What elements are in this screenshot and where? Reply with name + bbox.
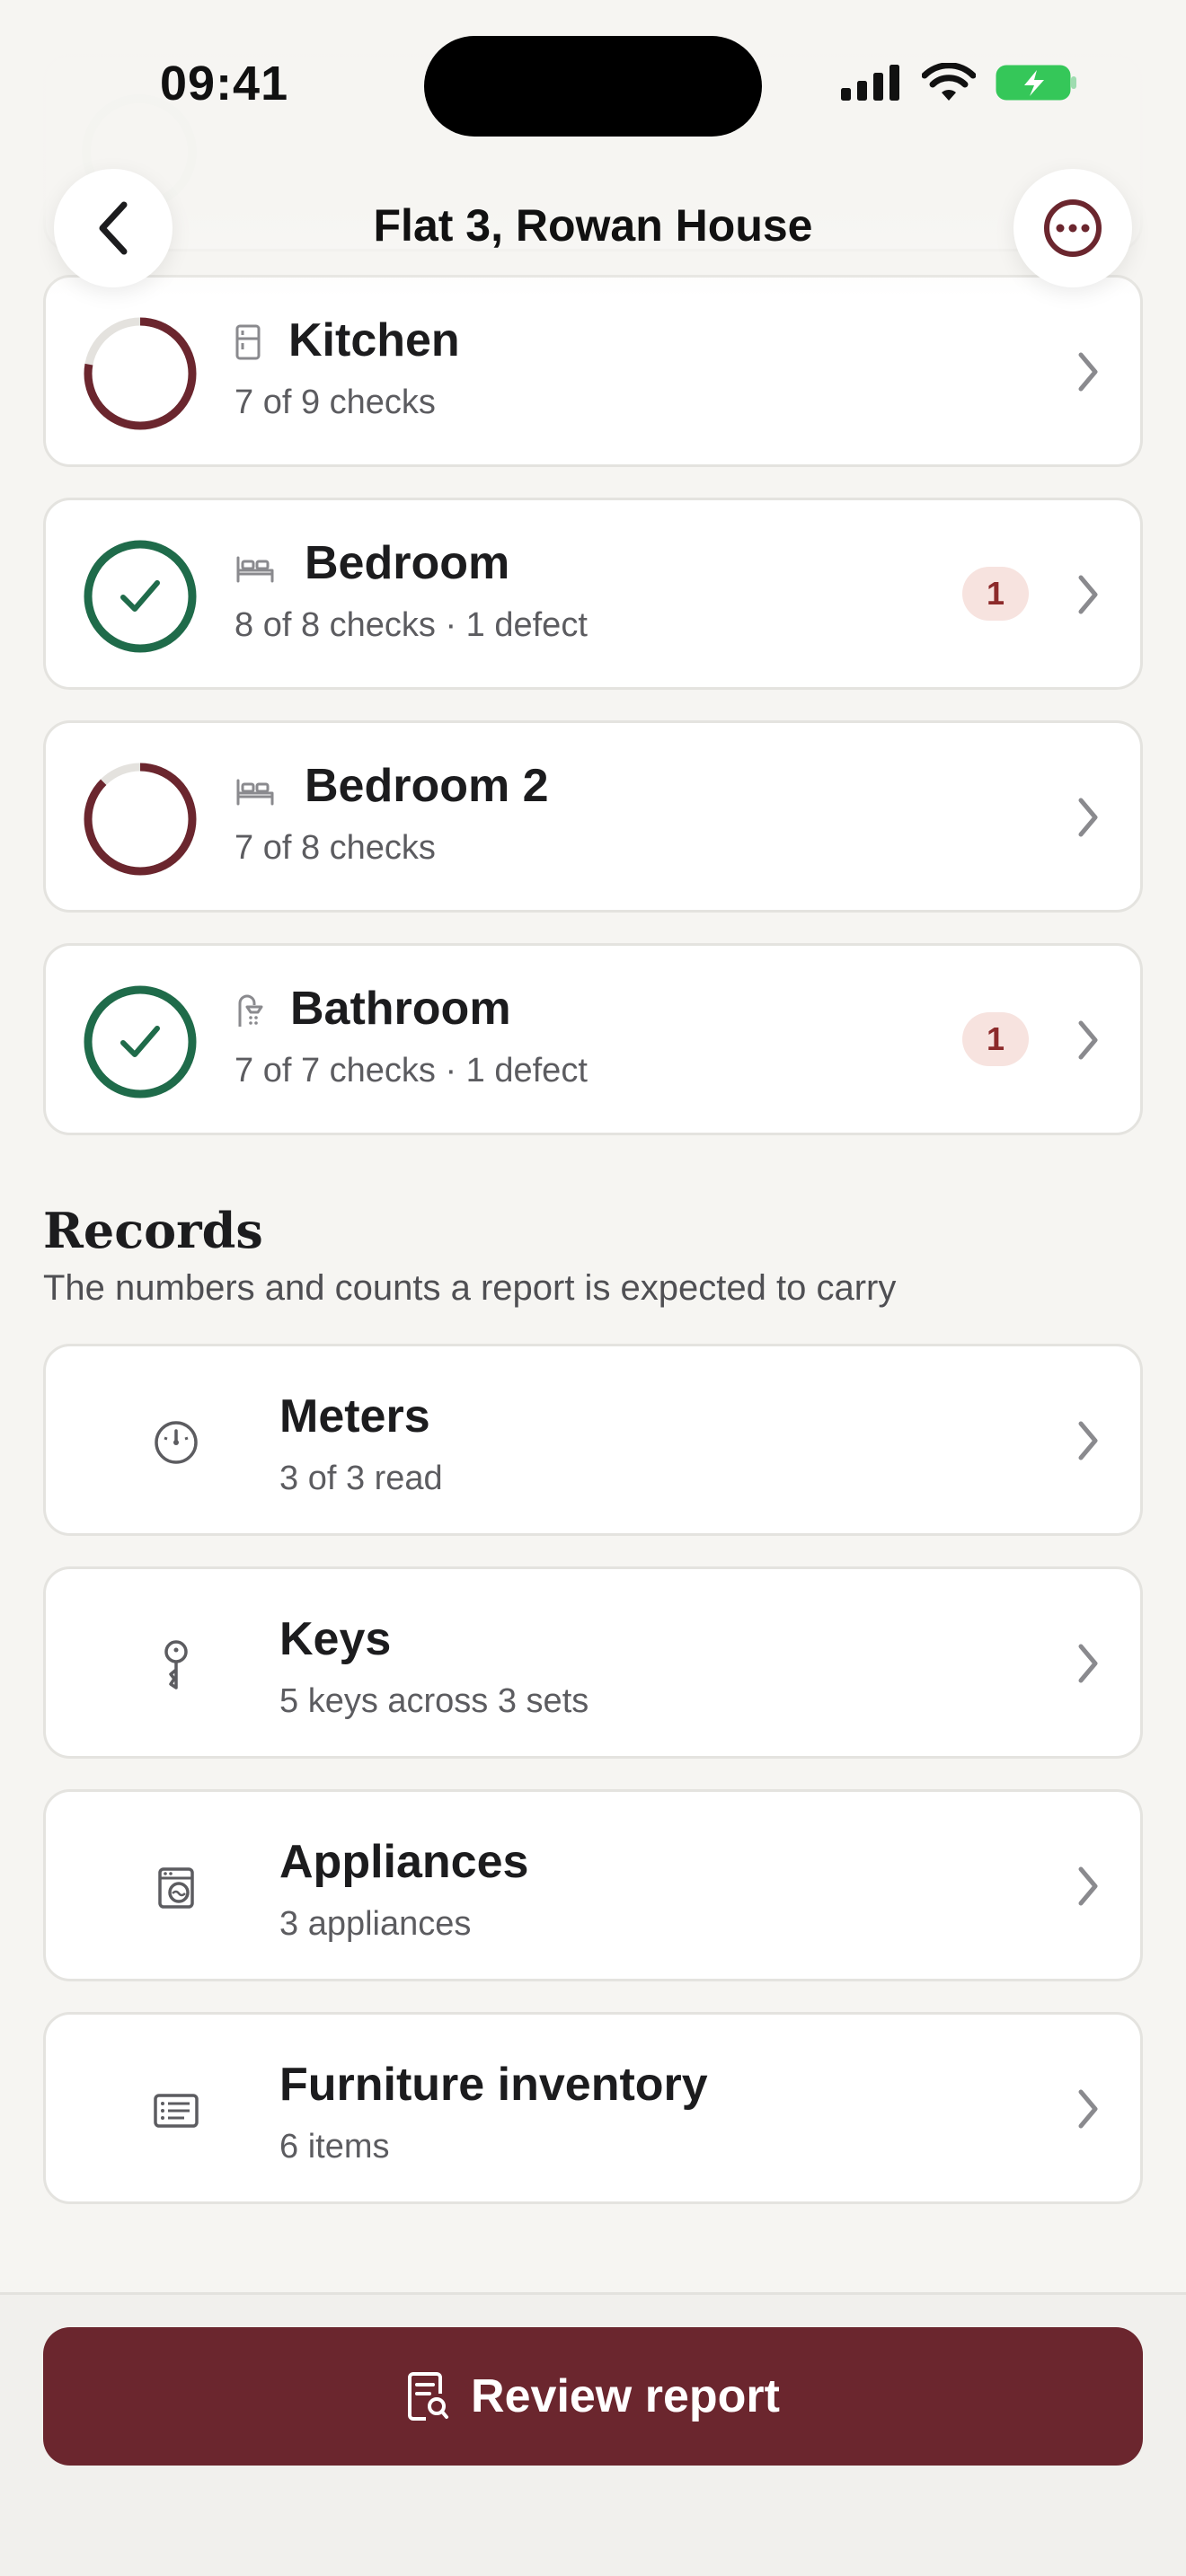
defect-count-badge: 1 bbox=[962, 1012, 1029, 1066]
list-icon bbox=[154, 2094, 199, 2128]
record-card-appliances[interactable]: Appliances 3 appliances bbox=[43, 1789, 1143, 1981]
room-card-bedroom-2[interactable]: Bedroom 2 7 of 8 checks bbox=[43, 720, 1143, 913]
document-search-icon bbox=[408, 2372, 449, 2421]
record-summary: 3 of 3 read bbox=[279, 1460, 443, 1497]
record-name: Keys bbox=[279, 1613, 392, 1665]
checkmark-icon bbox=[120, 1026, 160, 1057]
key-icon bbox=[164, 1640, 188, 1689]
chevron-right-icon bbox=[1078, 1020, 1098, 1060]
room-card-kitchen[interactable]: Kitchen 7 of 9 checks bbox=[43, 275, 1143, 467]
room-card-bedroom[interactable]: Bedroom 8 of 8 checks · 1 defect 1 bbox=[43, 498, 1143, 690]
room-name: Bedroom 2 bbox=[305, 760, 549, 812]
record-summary: 3 appliances bbox=[279, 1905, 472, 1943]
fridge-icon bbox=[235, 324, 261, 360]
records-heading: Records bbox=[43, 1202, 263, 1259]
status-icons bbox=[841, 63, 1078, 102]
records-description: The numbers and counts a report is expec… bbox=[43, 1268, 897, 1308]
room-progress-ring bbox=[84, 763, 197, 876]
dynamic-island bbox=[424, 36, 762, 137]
bed-icon bbox=[236, 779, 274, 806]
room-name: Bedroom bbox=[305, 537, 510, 589]
bed-icon bbox=[236, 556, 274, 583]
cellular-signal-icon bbox=[841, 65, 899, 101]
room-check-count: 8 of 8 checks · 1 defect bbox=[235, 606, 588, 644]
status-time: 09:41 bbox=[160, 57, 289, 110]
wifi-icon bbox=[922, 63, 976, 101]
room-check-count: 7 of 7 checks · 1 defect bbox=[235, 1052, 588, 1090]
footer-bar: Review report bbox=[0, 2292, 1186, 2576]
chevron-right-icon bbox=[1078, 1866, 1098, 1906]
ellipsis-circle-icon bbox=[1044, 199, 1102, 257]
room-check-count: 7 of 9 checks bbox=[235, 384, 436, 421]
record-summary: 6 items bbox=[279, 2128, 390, 2166]
room-progress-ring bbox=[84, 540, 197, 653]
room-name: Kitchen bbox=[288, 314, 460, 366]
review-report-label: Review report bbox=[471, 2370, 780, 2422]
chevron-right-icon bbox=[1078, 1644, 1098, 1683]
more-options-button[interactable] bbox=[1013, 169, 1132, 287]
record-card-furniture-inventory[interactable]: Furniture inventory 6 items bbox=[43, 2012, 1143, 2204]
record-card-keys[interactable]: Keys 5 keys across 3 sets bbox=[43, 1566, 1143, 1759]
room-name: Bathroom bbox=[290, 983, 511, 1035]
chevron-right-icon bbox=[1078, 1421, 1098, 1460]
chevron-right-icon bbox=[1078, 352, 1098, 392]
room-progress-ring bbox=[84, 985, 197, 1098]
record-name: Furniture inventory bbox=[279, 2059, 708, 2111]
room-check-count: 7 of 8 checks bbox=[235, 829, 436, 867]
page-title: Flat 3, Rowan House bbox=[373, 200, 813, 251]
defect-count-badge: 1 bbox=[962, 567, 1029, 621]
record-name: Appliances bbox=[279, 1836, 529, 1888]
gauge-icon bbox=[155, 1421, 198, 1464]
chevron-right-icon bbox=[1078, 798, 1098, 837]
room-card-bathroom[interactable]: Bathroom 7 of 7 checks · 1 defect 1 bbox=[43, 943, 1143, 1135]
record-name: Meters bbox=[279, 1390, 430, 1442]
battery-charging-icon bbox=[996, 65, 1076, 101]
record-card-meters[interactable]: Meters 3 of 3 read bbox=[43, 1344, 1143, 1536]
chevron-right-icon bbox=[1078, 575, 1098, 614]
record-summary: 5 keys across 3 sets bbox=[279, 1682, 589, 1720]
washing-machine-icon bbox=[158, 1867, 194, 1909]
chevron-right-icon bbox=[1078, 2089, 1098, 2129]
checkmark-icon bbox=[120, 580, 160, 612]
review-report-button[interactable]: Review report bbox=[43, 2327, 1143, 2466]
room-progress-ring bbox=[84, 317, 197, 430]
shower-icon bbox=[238, 994, 263, 1027]
